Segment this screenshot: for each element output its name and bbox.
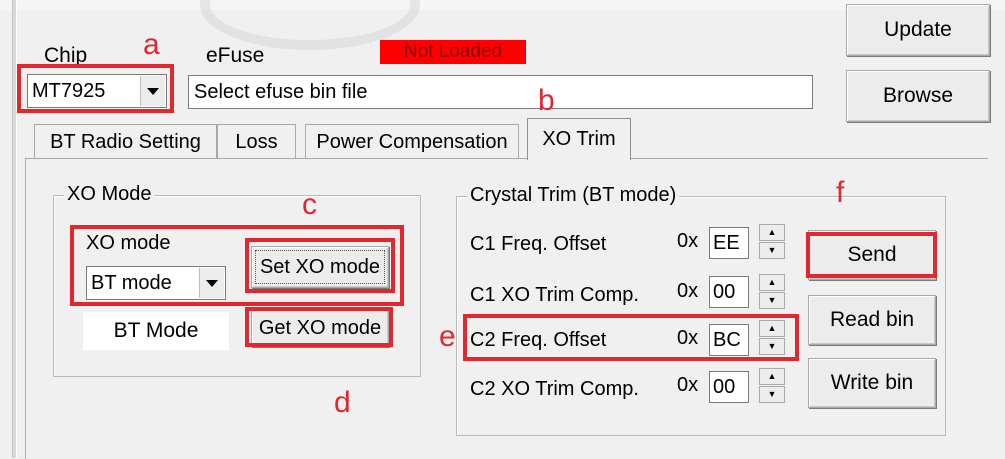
update-button[interactable]: Update: [846, 4, 990, 56]
efuse-status-badge: Not Loaded: [380, 40, 526, 64]
annotation-b: b: [538, 84, 555, 117]
efuse-path-field[interactable]: Select efuse bin file: [188, 75, 813, 109]
spin-down-icon[interactable]: ▼: [759, 292, 785, 309]
hex-prefix: 0x: [677, 230, 699, 252]
c2-xo-trim-comp-input[interactable]: 00: [709, 371, 749, 403]
highlight-box-chip: [17, 64, 174, 113]
c1-xo-trim-comp-input[interactable]: 00: [709, 276, 749, 308]
read-bin-button[interactable]: Read bin: [808, 295, 936, 345]
highlight-box-send: [806, 232, 937, 278]
c1-xo-trim-comp-spinner[interactable]: ▲ ▼: [759, 274, 785, 310]
spin-down-icon[interactable]: ▼: [759, 386, 785, 403]
tab-loss[interactable]: Loss: [217, 124, 296, 159]
annotation-a: a: [143, 28, 160, 61]
highlight-box-set-xo: [245, 238, 395, 293]
highlight-box-get-xo: [245, 307, 393, 347]
spin-up-icon[interactable]: ▲: [759, 274, 785, 291]
spin-up-icon[interactable]: ▲: [759, 224, 785, 241]
hex-prefix: 0x: [677, 280, 699, 302]
spin-down-icon[interactable]: ▼: [759, 242, 785, 259]
c2-xo-trim-comp-spinner[interactable]: ▲ ▼: [759, 368, 785, 404]
efuse-label: eFuse: [206, 44, 265, 67]
c1-freq-offset-input[interactable]: EE: [709, 227, 749, 259]
tab-bt-radio-setting[interactable]: BT Radio Setting: [34, 124, 217, 159]
highlight-box-c2-freq-offset: [463, 314, 799, 361]
c2-xo-trim-comp-label: C2 XO Trim Comp.: [470, 378, 639, 400]
c1-xo-trim-comp-label: C1 XO Trim Comp.: [470, 284, 639, 306]
annotation-c: c: [302, 188, 317, 221]
c1-freq-offset-spinner[interactable]: ▲ ▼: [759, 224, 785, 260]
current-xo-mode-display: BT Mode: [83, 312, 229, 350]
hex-prefix: 0x: [677, 374, 699, 396]
crystal-trim-group-title: Crystal Trim (BT mode): [467, 184, 680, 207]
annotation-f: f: [836, 176, 845, 209]
tab-power-compensation[interactable]: Power Compensation: [305, 124, 519, 159]
write-bin-button[interactable]: Write bin: [808, 358, 936, 408]
tab-xo-trim[interactable]: XO Trim: [527, 118, 631, 160]
xo-mode-group-title: XO Mode: [64, 183, 155, 206]
c1-freq-offset-label: C1 Freq. Offset: [470, 233, 607, 255]
annotation-e: e: [439, 320, 456, 353]
browse-button[interactable]: Browse: [846, 70, 990, 122]
annotation-d: d: [334, 386, 351, 419]
spin-up-icon[interactable]: ▲: [759, 368, 785, 385]
